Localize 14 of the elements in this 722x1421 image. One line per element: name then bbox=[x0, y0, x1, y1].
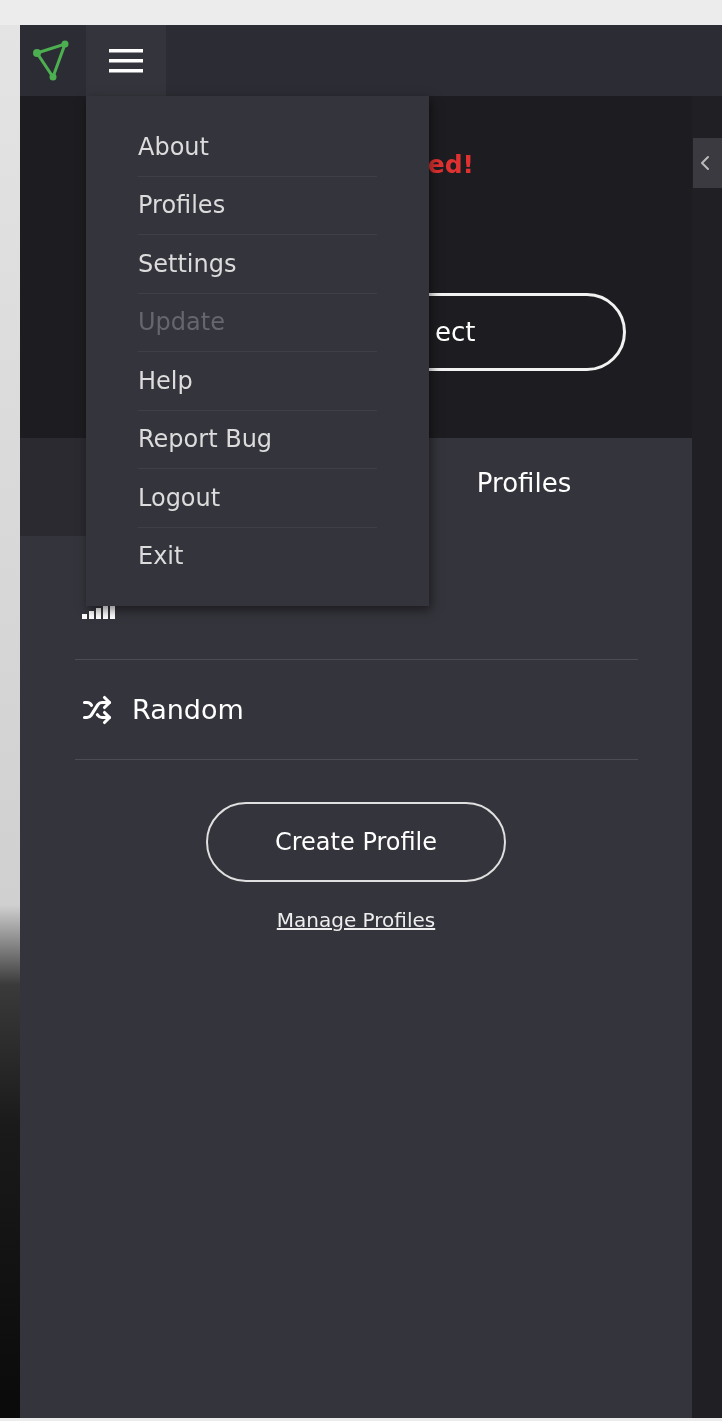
menu-item[interactable]: About bbox=[138, 118, 377, 177]
menu-item[interactable]: Settings bbox=[138, 235, 377, 294]
menu-icon bbox=[109, 46, 143, 75]
menu-item[interactable]: Logout bbox=[138, 469, 377, 528]
connection-status: ed! bbox=[427, 150, 474, 179]
menu-item[interactable]: Profiles bbox=[138, 176, 377, 235]
menu-button[interactable] bbox=[86, 25, 166, 96]
create-profile-button[interactable]: Create Profile bbox=[206, 802, 506, 882]
shuffle-icon bbox=[82, 694, 112, 725]
menu-item[interactable]: Help bbox=[138, 352, 377, 411]
manage-profiles-link[interactable]: Manage Profiles bbox=[276, 908, 436, 932]
profile-item[interactable]: Random bbox=[132, 694, 244, 725]
collapse-button[interactable] bbox=[693, 138, 722, 188]
menu-item[interactable]: Report Bug bbox=[138, 410, 377, 469]
